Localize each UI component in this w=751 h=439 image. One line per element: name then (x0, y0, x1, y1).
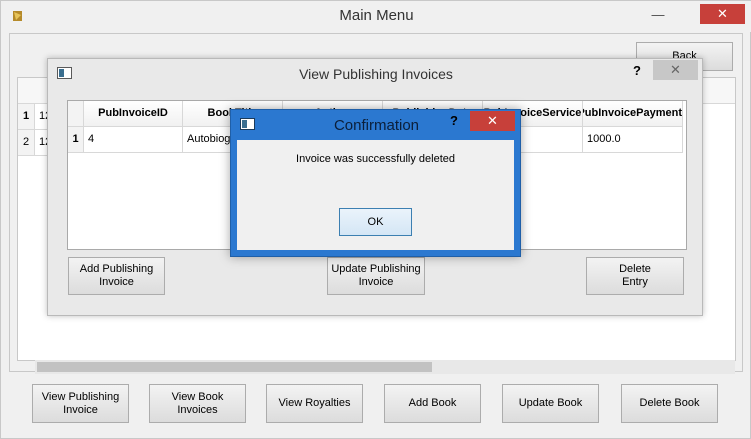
bg-row-num-2: 2 (18, 130, 35, 156)
view-royalties-button[interactable]: View Royalties (266, 384, 363, 423)
update-book-button[interactable]: Update Book (502, 384, 599, 423)
add-publishing-invoice-button[interactable]: Add Publishing Invoice (68, 257, 165, 295)
col-header-pubinvoiceid[interactable]: PubInvoiceID (84, 101, 183, 127)
main-close-button[interactable]: ✕ (700, 4, 745, 24)
invoices-title: View Publishing Invoices (299, 66, 453, 82)
invoices-close-button[interactable]: ✕ (653, 60, 698, 80)
main-title: Main Menu (339, 7, 414, 24)
col-header-pubinvoicepayment[interactable]: PubInvoicePayment (583, 101, 683, 127)
bg-horizontal-scrollbar[interactable] (35, 360, 735, 374)
dialog-body: Invoice was successfully deleted OK (237, 140, 514, 250)
dialog-message: Invoice was successfully deleted (296, 153, 455, 165)
invoice-cell-id[interactable]: 4 (84, 127, 183, 153)
dialog-close-button[interactable]: ✕ (470, 111, 515, 131)
minimize-button[interactable]: — (641, 5, 675, 25)
delete-book-button[interactable]: Delete Book (621, 384, 718, 423)
view-book-invoices-button[interactable]: View Book Invoices (149, 384, 246, 423)
add-book-button[interactable]: Add Book (384, 384, 481, 423)
dialog-help-button[interactable]: ? (450, 113, 464, 129)
invoice-cell-payment[interactable]: 1000.0 (583, 127, 683, 153)
scrollbar-thumb[interactable] (37, 362, 432, 372)
invoice-row-num[interactable]: 1 (68, 127, 84, 153)
update-publishing-invoice-button[interactable]: Update Publishing Invoice (327, 257, 425, 295)
main-titlebar: Main Menu — ✕ (1, 1, 751, 32)
view-publishing-invoice-button[interactable]: View Publishing Invoice (32, 384, 129, 423)
invoices-help-button[interactable]: ? (633, 63, 647, 79)
delete-entry-button[interactable]: Delete Entry (586, 257, 684, 295)
bg-row-num-1: 1 (18, 104, 35, 130)
ok-button[interactable]: OK (339, 208, 412, 236)
confirmation-dialog: Confirmation ? ✕ Invoice was successfull… (230, 109, 521, 257)
